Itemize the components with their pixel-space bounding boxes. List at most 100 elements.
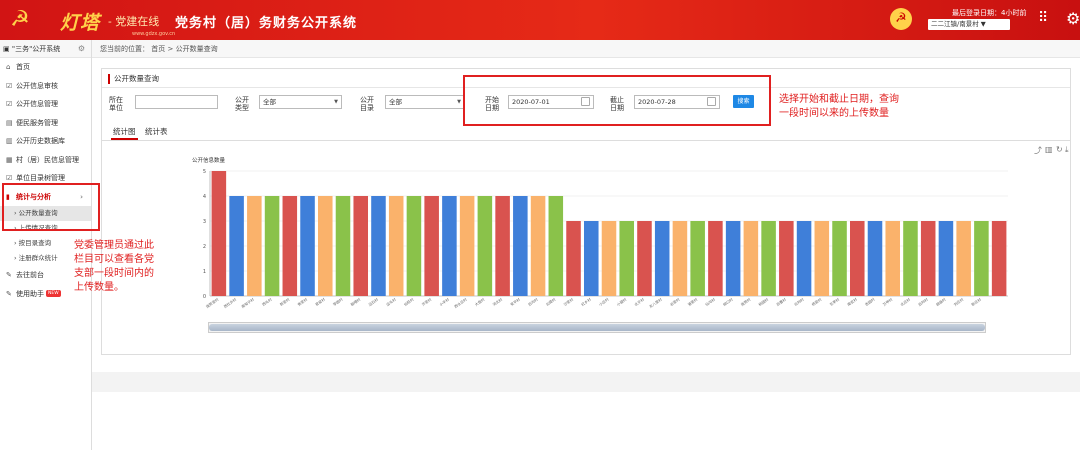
caret-down-icon: ▼ <box>334 99 338 105</box>
bar <box>477 196 493 296</box>
bar <box>885 221 901 296</box>
x-tick-label: 小辛村 <box>438 296 450 307</box>
zoom-slider-range[interactable] <box>209 324 985 331</box>
download-icon[interactable]: ⤓ <box>1065 145 1069 155</box>
x-tick-label: 沙家村 <box>562 296 574 307</box>
x-tick-label: 南史村 <box>846 296 858 307</box>
bar <box>743 221 759 296</box>
y-tick-label: 4 <box>203 194 206 200</box>
bar <box>548 196 564 296</box>
brand-name: 灯塔 <box>60 12 101 34</box>
x-tick-label: 万甲村 <box>882 296 894 307</box>
bar <box>708 221 723 296</box>
edit-icon: ☑ <box>6 81 13 90</box>
bar <box>229 196 244 296</box>
last-login-text: 最后登录日期：4小时前 <box>952 9 1027 17</box>
x-tick-label: 后刘村 <box>917 296 929 307</box>
home-icon: ⌂ <box>6 63 11 71</box>
bar <box>353 196 369 296</box>
breadcrumb-sep: > <box>167 45 174 53</box>
sidebar-header: ▣ "三务"公开系统 ⚙ <box>0 40 91 58</box>
sidebar-system-name: "三务"公开系统 <box>11 45 61 53</box>
x-tick-label: 桃园村 <box>757 296 769 307</box>
date-range-callout <box>463 75 771 126</box>
sidebar-item-review[interactable]: ☑ 公开信息审核 <box>0 77 91 96</box>
x-tick-label: 西杜乡村 <box>223 296 238 309</box>
tab-table[interactable]: 统计表 <box>143 124 170 140</box>
bar <box>761 221 776 296</box>
bar <box>938 221 954 296</box>
bar <box>725 221 741 296</box>
side-note-line-4: 上传数量。 <box>74 282 124 293</box>
x-tick-label: 仙旺村 <box>403 296 415 307</box>
type-select[interactable]: 全部 ▼ <box>259 95 342 109</box>
bar <box>849 221 865 296</box>
x-tick-label: 焦家村 <box>296 296 308 307</box>
zoom-slider[interactable] <box>208 322 986 333</box>
y-tick-label: 5 <box>203 169 206 175</box>
x-tick-label: 东八里村 <box>648 296 663 309</box>
bar <box>495 196 510 296</box>
y-tick-label: 2 <box>203 244 206 250</box>
x-tick-label: 东李村 <box>828 296 840 307</box>
user-dropdown[interactable]: 二二江镇/南景村 ▼ <box>928 19 1010 30</box>
refresh-icon[interactable]: ↻ <box>1056 145 1063 154</box>
bar-chart: 公开信息数量 0 1 2 3 4 5 南贾家村 西杜乡村 南甸子村 西头村 新家村 焦家村 官窑村 李固村聊… <box>192 156 1008 309</box>
bar <box>317 196 333 296</box>
pen-icon: ✎ <box>6 271 12 279</box>
bar <box>637 221 652 296</box>
sidebar-item-home[interactable]: ⌂ 首页 <box>0 58 91 77</box>
breadcrumb-current: 公开数量查询 <box>175 45 218 53</box>
bar <box>991 221 1007 296</box>
tab-chart[interactable]: 统计图 <box>111 124 138 140</box>
sidebar-item-history[interactable]: ▥ 公开历史数据库 <box>0 132 91 151</box>
x-tick-label: 港里村 <box>687 296 699 307</box>
x-tick-label: 谷家村 <box>669 296 681 307</box>
chart-title: 公开信息数量 <box>192 156 226 164</box>
bar <box>406 196 422 296</box>
gear-icon[interactable]: ⚙ <box>1066 9 1080 28</box>
x-tick-label: 南甸子村 <box>240 296 255 309</box>
x-tick-label: 店头村 <box>385 296 397 307</box>
unit-input[interactable] <box>135 95 218 109</box>
date-note-line-2: 一段时间以来的上传数量 <box>779 108 889 119</box>
breadcrumb-home[interactable]: 首页 <box>151 45 165 53</box>
bar <box>903 221 918 296</box>
bar <box>424 196 439 296</box>
bar <box>211 171 227 296</box>
sidebar-item-manage[interactable]: ☑ 公开信息管理 <box>0 95 91 114</box>
bar <box>459 196 475 296</box>
x-tick-label: 红乡村 <box>580 296 592 307</box>
x-tick-label: 小留村 <box>616 296 628 307</box>
x-tick-label: 北刘村 <box>793 296 805 307</box>
bar <box>388 196 404 296</box>
bar <box>867 221 883 296</box>
x-tick-label: 杏园村 <box>864 296 876 307</box>
edit-icon: ☑ <box>6 100 13 108</box>
x-tick-label: 南贾家村 <box>205 296 220 309</box>
line-chart-icon[interactable]: ⤴ <box>1034 145 1042 156</box>
bar <box>264 196 280 296</box>
bar <box>583 221 599 296</box>
directory-select[interactable]: 全部 ▼ <box>385 95 465 109</box>
y-tick-label: 3 <box>203 219 206 225</box>
x-tick-label: 胡庙村 <box>935 296 947 307</box>
x-tick-label: 仙沟村 <box>704 296 716 307</box>
settings-icon[interactable]: ⚙ <box>78 40 85 58</box>
bar <box>282 196 298 296</box>
bar <box>690 221 705 296</box>
sidebar-item-service[interactable]: ▤ 便民服务管理 <box>0 114 91 133</box>
system-icon: ▣ <box>3 45 10 53</box>
apps-grid-icon[interactable]: ⠿ <box>1038 10 1048 26</box>
x-tick-label: 齐家村 <box>421 296 433 307</box>
x-tick-label: 北堤村 <box>545 296 557 307</box>
bar-chart-icon[interactable]: ▥ <box>1045 145 1053 154</box>
party-flag-icon: ☭ <box>10 7 30 32</box>
bar <box>619 221 635 296</box>
type-label: 公开类型 <box>235 96 249 112</box>
x-tick-label: 杨官村 <box>811 296 823 307</box>
pen-icon: ✎ <box>6 289 12 298</box>
statistics-callout <box>2 183 100 231</box>
side-note-line-2: 栏目可以查看各党 <box>74 254 154 265</box>
sidebar-item-residents[interactable]: ▦ 村（居）民信息管理 <box>0 151 91 170</box>
